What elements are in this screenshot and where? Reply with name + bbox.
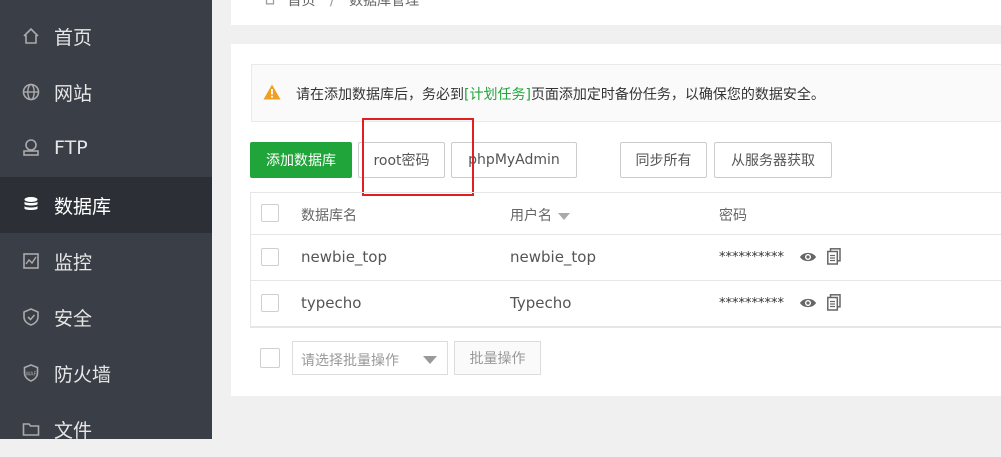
chevron-down-icon — [423, 356, 437, 364]
batch-operation-placeholder: 请选择批量操作 — [301, 353, 399, 369]
database-table: 数据库名 用户名 密码 newbie_top newbie_top ******… — [250, 192, 1001, 328]
folder-icon — [20, 418, 42, 440]
breadcrumb-separator: / — [329, 0, 335, 9]
root-password-button[interactable]: root密码 — [358, 142, 445, 178]
sidebar-item-ftp[interactable]: FTP — [0, 120, 212, 176]
home-icon — [263, 0, 277, 10]
sidebar-item-monitor[interactable]: 监控 — [0, 233, 212, 289]
column-header-user-label: 用户名 — [510, 208, 552, 224]
batch-operation-button[interactable]: 批量操作 — [454, 341, 541, 375]
warning-icon — [263, 84, 281, 104]
sidebar-item-files[interactable]: 文件 — [0, 401, 212, 457]
column-header-user[interactable]: 用户名 — [510, 205, 570, 225]
sidebar-item-label: 监控 — [54, 251, 93, 274]
row-checkbox[interactable] — [261, 248, 279, 266]
sidebar-item-label: 网站 — [54, 82, 93, 105]
cron-task-link[interactable]: [计划任务] — [464, 87, 531, 103]
select-all-checkbox[interactable] — [261, 204, 279, 222]
sidebar-item-label: 首页 — [54, 26, 93, 49]
sidebar-item-website[interactable]: 网站 — [0, 64, 212, 120]
sidebar-item-database[interactable]: 数据库 — [0, 177, 212, 233]
column-header-name: 数据库名 — [301, 208, 357, 224]
sidebar-item-label: 数据库 — [54, 195, 112, 218]
ftp-icon — [20, 137, 42, 159]
firewall-icon: WAF — [20, 362, 42, 384]
sidebar-item-label: FTP — [54, 137, 88, 159]
table-header-row: 数据库名 用户名 密码 — [251, 193, 1001, 235]
db-password-cell: ********** — [719, 250, 784, 265]
batch-operation-select[interactable]: 请选择批量操作 — [292, 341, 448, 375]
column-header-password: 密码 — [719, 208, 747, 224]
db-name-cell: typecho — [301, 294, 362, 312]
home-icon — [20, 25, 42, 47]
alert-text: 请在添加数据库后，务必到[计划任务]页面添加定时备份任务，以确保您的数据安全。 — [296, 84, 825, 104]
sidebar-item-firewall[interactable]: WAF 防火墙 — [0, 345, 212, 401]
batch-select-checkbox[interactable] — [260, 348, 280, 368]
globe-icon — [20, 81, 42, 103]
breadcrumb-current: 数据库管理 — [349, 0, 420, 9]
sidebar-item-home[interactable]: 首页 — [0, 8, 212, 64]
main-panel: 请在添加数据库后，务必到[计划任务]页面添加定时备份任务，以确保您的数据安全。 … — [231, 44, 1001, 396]
db-name-cell: newbie_top — [301, 248, 388, 266]
breadcrumb-home[interactable]: 首页 — [287, 0, 315, 9]
db-user-cell: newbie_top — [510, 248, 597, 266]
svg-text:WAF: WAF — [26, 372, 37, 378]
table-row: typecho Typecho ********** — [251, 281, 1001, 327]
alert-text-after: 页面添加定时备份任务，以确保您的数据安全。 — [530, 87, 825, 103]
row-checkbox[interactable] — [261, 294, 279, 312]
sidebar: 首页 网站 FTP 数据库 监控 安全 WAF 防火墙 文件 — [0, 0, 212, 442]
copy-password-icon[interactable] — [827, 248, 841, 269]
shield-icon — [20, 306, 42, 328]
db-user-cell: Typecho — [510, 294, 572, 312]
sidebar-item-label: 安全 — [54, 307, 93, 330]
fetch-from-server-button[interactable]: 从服务器获取 — [714, 142, 832, 178]
monitor-icon — [20, 250, 42, 272]
table-row: newbie_top newbie_top ********** — [251, 235, 1001, 281]
sidebar-item-label: 文件 — [54, 419, 93, 442]
show-password-eye-icon[interactable] — [799, 295, 817, 314]
alert-text-before: 请在添加数据库后，务必到 — [296, 87, 464, 103]
add-database-button[interactable]: 添加数据库 — [250, 142, 352, 178]
sidebar-item-label: 防火墙 — [54, 363, 112, 386]
database-icon — [20, 194, 42, 216]
db-password-cell: ********** — [719, 296, 784, 311]
sidebar-item-security[interactable]: 安全 — [0, 289, 212, 345]
show-password-eye-icon[interactable] — [799, 249, 817, 268]
sync-all-button[interactable]: 同步所有 — [620, 142, 707, 178]
backup-alert: 请在添加数据库后，务必到[计划任务]页面添加定时备份任务，以确保您的数据安全。 — [251, 64, 1001, 122]
copy-password-icon[interactable] — [827, 294, 841, 315]
phpmyadmin-button[interactable]: phpMyAdmin — [451, 142, 577, 178]
breadcrumb: 首页 / 数据库管理 — [263, 0, 419, 10]
breadcrumb-panel: 首页 / 数据库管理 — [231, 0, 1001, 25]
sort-down-icon — [558, 212, 570, 220]
